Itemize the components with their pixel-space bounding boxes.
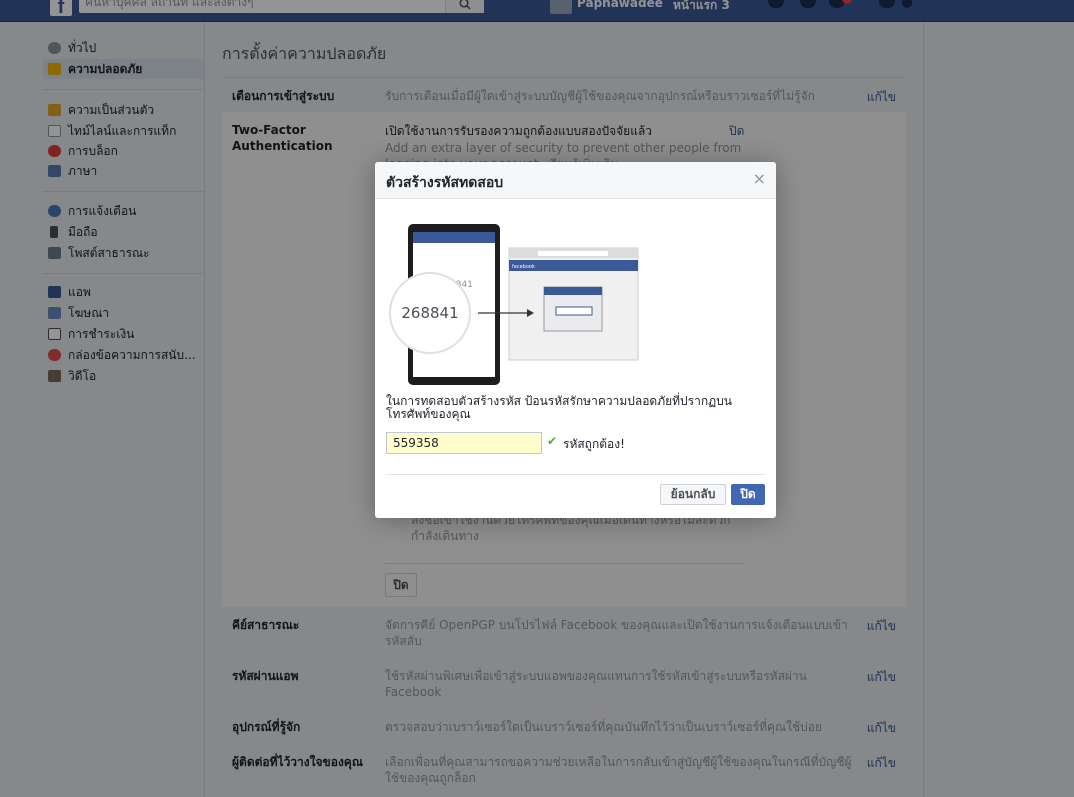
code-generator-illustration: 8841 facebook 268841 [389,224,639,385]
code-generator-dialog: ตัวสร้างรหัสทดสอบ × 8841 facebook 268841… [375,162,776,518]
validation-message: รหัสถูกต้อง! [563,437,625,451]
divider [386,474,765,475]
security-code-input[interactable]: 559358 [386,432,542,454]
dialog-header: ตัวสร้างรหัสทดสอบ × [375,162,776,199]
instruction-text: ในการทดสอบตัวสร้างรหัส ป้อนรหัสรักษาความ… [386,394,733,421]
close-icon[interactable]: × [753,170,766,188]
checkmark-icon: ✔ [547,434,558,448]
dialog-title: ตัวสร้างรหัสทดสอบ [386,175,504,191]
back-button[interactable]: ย้อนกลับ [660,484,726,505]
facebook-brand-text: facebook [512,264,535,270]
close-button[interactable]: ปิด [731,484,765,505]
generated-code-text: 268841 [401,304,458,322]
